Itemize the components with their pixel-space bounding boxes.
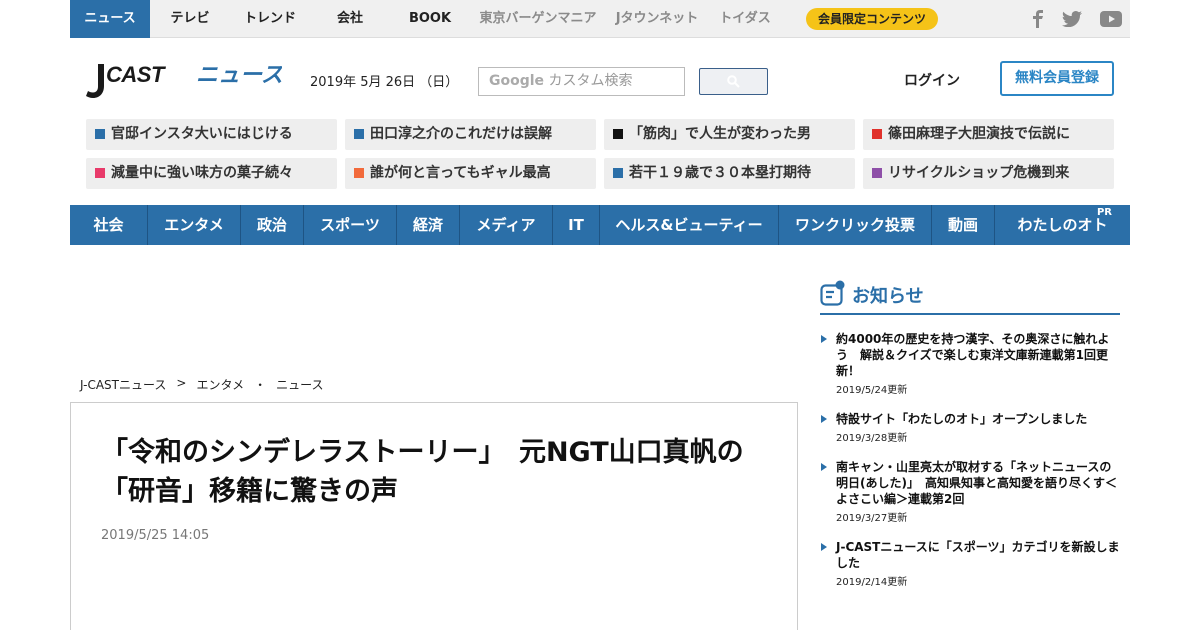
notice-date: 2019/3/27更新 [836, 513, 908, 524]
arrow-right-icon [821, 335, 827, 343]
breadcrumb: J-CASTニュース > エンタメ ・ ニュース [80, 376, 324, 393]
breadcrumb-section[interactable]: ニュース [276, 376, 323, 393]
cat-media[interactable]: メディア [459, 205, 552, 245]
search-icon [727, 75, 740, 88]
cat-label: わたしのオト [1017, 216, 1108, 234]
bullet-square-icon [354, 168, 364, 178]
category-nav: 社会 エンタメ 政治 スポーツ 経済 メディア IT ヘルス&ビューティー ワン… [70, 205, 1130, 245]
notice-item[interactable]: 約4000年の歴史を持つ漢字、その奥深さに触れよう 解説＆クイズで楽しむ東洋文庫… [820, 331, 1120, 396]
notice-item[interactable]: J-CASTニュースに「スポーツ」カテゴリを新設しました 2019/2/14更新 [820, 539, 1120, 588]
notice-date: 2019/3/28更新 [836, 433, 908, 444]
top-bar: ニュース テレビ トレンド 会社 BOOK 東京バーゲンマニア Jタウンネット … [70, 0, 1130, 38]
trending-label: 減量中に強い味方の菓子続々 [111, 165, 293, 181]
trending-item[interactable]: 減量中に強い味方の菓子続々 [86, 158, 337, 189]
article-timestamp: 2019/5/25 14:05 [101, 528, 210, 543]
trending-label: 誰が何と言ってもギャル最高 [370, 165, 551, 181]
cat-economy[interactable]: 経済 [396, 205, 459, 245]
page: ニュース テレビ トレンド 会社 BOOK 東京バーゲンマニア Jタウンネット … [0, 0, 1200, 630]
trending-label: 田口淳之介のこれだけは誤解 [370, 126, 552, 142]
breadcrumb-category[interactable]: エンタメ [196, 376, 244, 393]
topnav-tv[interactable]: テレビ [150, 0, 230, 38]
social-links [1032, 0, 1122, 38]
arrow-right-icon [821, 463, 827, 471]
topnav-toidas[interactable]: トイダス [708, 0, 782, 38]
cat-sports[interactable]: スポーツ [303, 205, 396, 245]
arrow-right-icon [821, 415, 827, 423]
bullet-square-icon [872, 129, 882, 139]
youtube-icon[interactable] [1100, 11, 1122, 27]
register-button[interactable]: 無料会員登録 [1000, 61, 1114, 96]
top-nav: ニュース テレビ トレンド 会社 BOOK 東京バーゲンマニア Jタウンネット … [70, 0, 782, 38]
cat-one-click-vote[interactable]: ワンクリック投票 [778, 205, 931, 245]
bullet-square-icon [613, 168, 623, 178]
notices-title: お知らせ [852, 286, 924, 307]
cat-health-beauty[interactable]: ヘルス&ビューティー [599, 205, 778, 245]
current-date: 2019年 5月 26日 （日） [310, 75, 459, 90]
notice-title: 南キャン・山里亮太が取材する「ネットニュースの明日(あした)」 高知県知事と高知… [836, 460, 1117, 506]
trending-item[interactable]: 誰が何と言ってもギャル最高 [345, 158, 596, 189]
notice-icon [820, 280, 845, 306]
bullet-square-icon [95, 168, 105, 178]
login-link[interactable]: ログイン [904, 70, 960, 90]
article-title: 「令和のシンデレラストーリー」 元NGT山口真帆の「研音」移籍に驚きの声 [101, 437, 744, 507]
cat-politics[interactable]: 政治 [240, 205, 303, 245]
breadcrumb-separator: ・ [254, 378, 267, 392]
notice-item[interactable]: 南キャン・山里亮太が取材する「ネットニュースの明日(あした)」 高知県知事と高知… [820, 459, 1120, 524]
search-placeholder: カスタム検索 [548, 73, 633, 89]
notice-title: 特設サイト「わたしのオト」オープンしました [836, 412, 1088, 426]
cat-entame[interactable]: エンタメ [147, 205, 240, 245]
topnav-news[interactable]: ニュース [70, 0, 150, 38]
topnav-bargain[interactable]: 東京バーゲンマニア [470, 0, 606, 38]
trending-item[interactable]: 「筋肉」で人生が変わった男 [604, 119, 855, 150]
cat-society[interactable]: 社会 [70, 205, 147, 245]
trending-label: 官邸インスタ大いにはじける [111, 126, 293, 142]
cat-watashi-no-oto[interactable]: わたしのオト PR [994, 205, 1130, 245]
twitter-icon[interactable] [1062, 11, 1082, 27]
svg-text:ニュース: ニュース [196, 63, 282, 88]
notice-title: 約4000年の歴史を持つ漢字、その奥深さに触れよう 解説＆クイズで楽しむ東洋文庫… [836, 332, 1110, 378]
breadcrumb-home[interactable]: J-CASTニュース [80, 376, 166, 393]
bullet-square-icon [95, 129, 105, 139]
notice-date: 2019/2/14更新 [836, 577, 908, 588]
pr-badge: PR [1096, 207, 1112, 218]
trending-item[interactable]: 篠田麻理子大胆演技で伝説に [863, 119, 1114, 150]
search-input[interactable]: Google カスタム検索 [478, 67, 685, 96]
svg-text:CAST: CAST [106, 62, 166, 87]
trending-label: 若干１９歳で３０本塁打期待 [629, 165, 811, 181]
breadcrumb-separator: > [176, 376, 187, 390]
premium-content-button[interactable]: 会員限定コンテンツ [806, 7, 939, 30]
bullet-square-icon [613, 129, 623, 139]
trending-item[interactable]: リサイクルショップ危機到来 [863, 158, 1114, 189]
trending-item[interactable]: 若干１９歳で３０本塁打期待 [604, 158, 855, 189]
article-card: 「令和のシンデレラストーリー」 元NGT山口真帆の「研音」移籍に驚きの声 201… [70, 402, 798, 630]
cat-it[interactable]: IT [552, 205, 599, 245]
notices-heading: お知らせ [820, 279, 1120, 315]
facebook-icon[interactable] [1032, 10, 1044, 28]
arrow-right-icon [821, 543, 827, 551]
notice-title: J-CASTニュースに「スポーツ」カテゴリを新設しました [836, 540, 1120, 570]
trending-label: 篠田麻理子大胆演技で伝説に [888, 126, 1070, 142]
cat-video[interactable]: 動画 [931, 205, 994, 245]
notice-date: 2019/5/24更新 [836, 385, 908, 396]
bullet-square-icon [354, 129, 364, 139]
jcast-news-logo[interactable]: CAST ニュース [86, 58, 283, 100]
google-brand: Google [489, 73, 545, 89]
topnav-company[interactable]: 会社 [310, 0, 390, 38]
search-button[interactable] [699, 68, 768, 95]
trending-item[interactable]: 官邸インスタ大いにはじける [86, 119, 337, 150]
topnav-jtown[interactable]: Jタウンネット [606, 0, 708, 38]
trending-item[interactable]: 田口淳之介のこれだけは誤解 [345, 119, 596, 150]
notice-item[interactable]: 特設サイト「わたしのオト」オープンしました 2019/3/28更新 [820, 411, 1120, 444]
trending-label: 「筋肉」で人生が変わった男 [629, 126, 811, 142]
bullet-square-icon [872, 168, 882, 178]
topnav-book[interactable]: BOOK [390, 0, 470, 38]
trending-label: リサイクルショップ危機到来 [888, 165, 1070, 181]
topnav-trend[interactable]: トレンド [230, 0, 310, 38]
